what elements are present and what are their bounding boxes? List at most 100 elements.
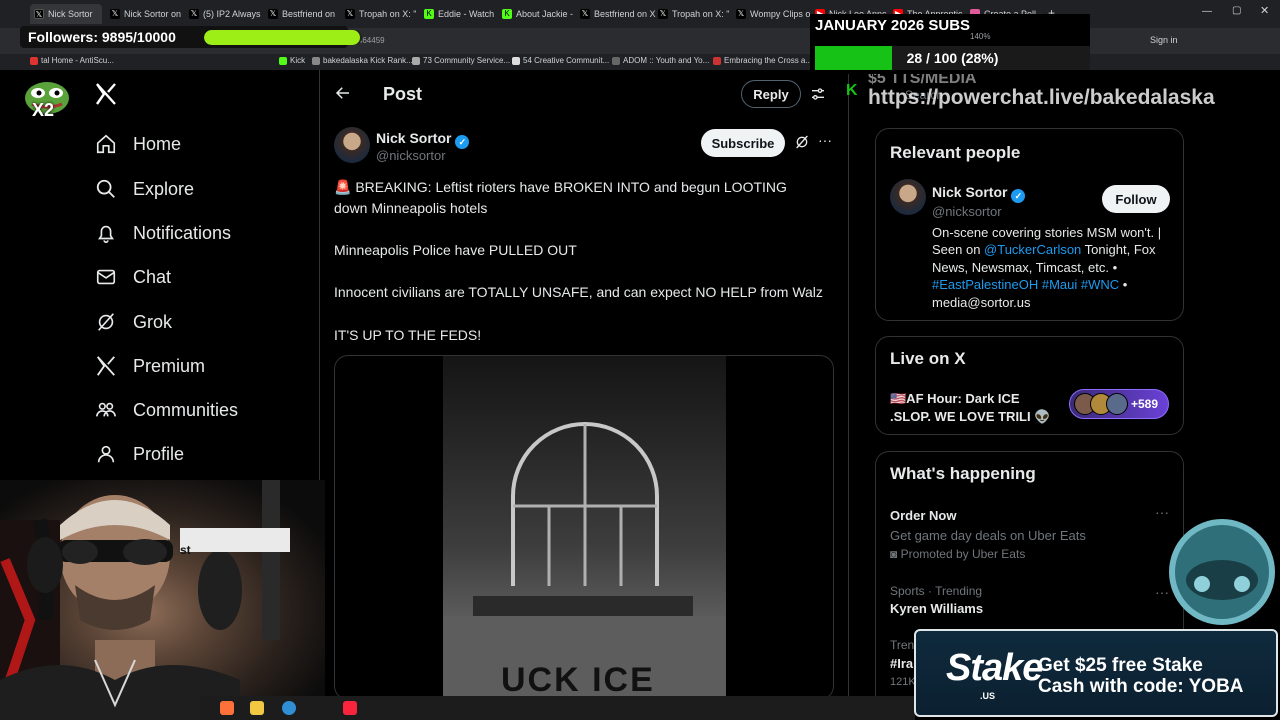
trend-subtitle: Get game day deals on Uber Eats xyxy=(890,528,1086,543)
back-arrow-icon[interactable] xyxy=(334,84,352,107)
subscribe-button[interactable]: Subscribe xyxy=(701,129,785,157)
browser-tab[interactable]: 𝕏 (5) IP2 Always xyxy=(189,4,265,24)
tab-label: Bestfriend on xyxy=(282,9,336,19)
powerchat-url: https://powerchat.live/bakedalaska xyxy=(868,86,1215,109)
nav-label: Explore xyxy=(133,178,195,199)
browser-tab[interactable]: K About Jackie - xyxy=(502,4,578,24)
browser-tab[interactable]: 𝕏 Bestfriend on X xyxy=(580,4,656,24)
close-window-icon[interactable]: ✕ xyxy=(1260,4,1269,17)
bookmark[interactable]: Kick xyxy=(279,56,305,65)
reply-button[interactable]: Reply xyxy=(741,80,801,108)
listener-count: +589 xyxy=(1130,397,1158,411)
person-name[interactable]: Nick Sortor ✓ xyxy=(932,184,1026,203)
bookmark-label: Embracing the Cross a... xyxy=(724,56,813,65)
nav-chat[interactable]: Chat xyxy=(95,259,171,295)
nav-label: Profile xyxy=(133,443,185,464)
browser-icon[interactable] xyxy=(282,701,296,715)
nav-premium[interactable]: Premium xyxy=(95,348,205,384)
bell-icon xyxy=(95,222,117,244)
folder-icon[interactable] xyxy=(250,701,264,715)
bio-hashtag-links[interactable]: #EastPalestineOH #Maui #WNC xyxy=(932,277,1119,292)
live-listeners-pill[interactable]: +589 xyxy=(1069,389,1169,419)
followers-goal-overlay: Followers: 9895/10000 xyxy=(20,26,362,48)
x-logo-icon xyxy=(95,355,117,377)
bookmark[interactable]: 73 Community Service... xyxy=(412,56,510,65)
live-on-x-card: Live on X 🇺🇸AF Hour: Dark ICE .SLOP. WE … xyxy=(875,336,1184,435)
promoted-icon: ◙ xyxy=(890,547,901,561)
music-icon[interactable] xyxy=(343,701,357,715)
followers-progress-fill xyxy=(204,30,361,45)
minimize-icon[interactable]: — xyxy=(1202,6,1212,17)
avatar[interactable] xyxy=(334,127,370,163)
sign-in-button[interactable]: Sign in xyxy=(1150,35,1178,45)
trend-title[interactable]: Order Now xyxy=(890,508,956,523)
trend-title[interactable]: #Ira xyxy=(890,656,913,671)
browser-tab[interactable]: 𝕏 Tropah on X: " xyxy=(658,4,732,24)
promoted-text: Promoted by Uber Eats xyxy=(900,547,1026,561)
graffiti-text: UCK ICE xyxy=(501,661,655,699)
bookmark[interactable]: tal Home - AntiScu... xyxy=(30,56,270,65)
more-options-icon[interactable]: ··· xyxy=(818,132,832,148)
nav-grok[interactable]: Grok xyxy=(95,304,172,340)
avatar[interactable] xyxy=(890,179,926,215)
author-handle[interactable]: @nicksortor xyxy=(376,148,446,163)
browser-zoom-badge: 140% xyxy=(970,32,991,41)
bookmark[interactable]: Embracing the Cross a... xyxy=(713,56,812,65)
bookmark-label: 54 Creative Communit... xyxy=(523,56,610,65)
video-frame: UCK ICE xyxy=(443,356,726,699)
maximize-icon[interactable]: ▢ xyxy=(1232,5,1241,16)
author-name-text: Nick Sortor xyxy=(376,130,452,146)
browser-tab[interactable]: 𝕏 Wompy Clips o xyxy=(736,4,810,24)
bio-text: • xyxy=(1119,277,1128,292)
bookmark[interactable]: bakedalaska Kick Rank... xyxy=(312,56,413,65)
multiplier-badge: X2 xyxy=(32,100,55,120)
tab-label: Nick Sortor xyxy=(48,9,93,19)
stake-ad-text: Get $25 free Stake Cash with code: YOBA xyxy=(1038,655,1244,697)
kick-icon: K xyxy=(846,82,858,99)
webcam-feed: st xyxy=(0,480,325,720)
browser-tab[interactable]: 𝕏 Nick Sortor on xyxy=(110,4,186,24)
ad-line: Get $25 free Stake xyxy=(1038,655,1203,676)
browser-tab[interactable]: K Eddie - Watch xyxy=(424,4,496,24)
bookmark[interactable]: 54 Creative Communit... xyxy=(512,56,609,65)
listener-avatars xyxy=(1074,393,1128,415)
bio-text: Tonight, Fox xyxy=(1081,242,1156,257)
bookmark[interactable]: ADOM :: Youth and Yo... xyxy=(612,56,709,65)
firefox-icon[interactable] xyxy=(220,701,234,715)
browser-tab[interactable]: 𝕏 Tropah on X: " xyxy=(345,4,419,24)
trend-title[interactable]: Kyren Williams xyxy=(890,601,983,616)
nav-communities[interactable]: Communities xyxy=(95,392,238,428)
post-text-line: IT'S UP TO THE FEDS! xyxy=(334,327,482,343)
follow-button[interactable]: Follow xyxy=(1102,185,1170,213)
pepe-logo: X2 xyxy=(22,78,72,122)
bio-line: media@sortor.us xyxy=(932,295,1031,310)
sticker-overlay xyxy=(1168,518,1276,626)
live-space-title[interactable]: .SLOP. WE LOVE TRILI 👽 xyxy=(890,409,1050,425)
nav-home[interactable]: Home xyxy=(95,126,181,162)
post-video[interactable]: UCK ICE xyxy=(334,355,834,700)
nav-notifications[interactable]: Notifications xyxy=(95,215,231,251)
tab-label: Wompy Clips o xyxy=(750,9,810,19)
browser-tab[interactable]: 𝕏 Nick Sortor xyxy=(30,4,102,24)
author-name[interactable]: Nick Sortor ✓ xyxy=(376,130,470,149)
sliders-icon[interactable] xyxy=(810,86,826,107)
subs-progress-text: 28 / 100 (28%) xyxy=(906,50,999,66)
live-space-title[interactable]: 🇺🇸AF Hour: Dark ICE xyxy=(890,391,1020,407)
browser-tab[interactable]: 𝕏 Bestfriend on xyxy=(268,4,338,24)
person-handle[interactable]: @nicksortor xyxy=(932,204,1002,219)
nav-post-button-partial[interactable]: st xyxy=(180,543,191,557)
more-options-icon[interactable]: ··· xyxy=(1155,584,1169,600)
verified-badge-icon: ✓ xyxy=(455,135,470,149)
x-logo-icon[interactable] xyxy=(94,82,118,111)
grok-icon[interactable] xyxy=(794,134,810,155)
more-options-icon[interactable]: ··· xyxy=(1155,504,1169,520)
bio-mention-link[interactable]: @TuckerCarlson xyxy=(984,242,1081,257)
tab-label: Bestfriend on X xyxy=(594,9,656,19)
nav-profile[interactable]: Profile xyxy=(95,436,184,472)
nav-explore[interactable]: Explore xyxy=(95,171,194,207)
column-divider xyxy=(848,70,849,720)
home-icon xyxy=(95,133,117,155)
stake-logo-sub: .US xyxy=(980,691,996,701)
taskbar xyxy=(200,696,915,720)
bio-line: On-scene covering stories MSM won't. | xyxy=(932,225,1162,240)
